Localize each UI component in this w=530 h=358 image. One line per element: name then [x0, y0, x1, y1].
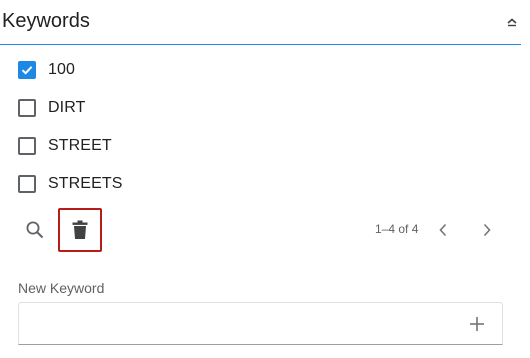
collapse-button[interactable] [502, 10, 522, 34]
trash-icon [72, 220, 88, 239]
delete-button[interactable] [58, 208, 102, 252]
keyword-checkbox[interactable] [18, 61, 36, 79]
chevron-up-icon [507, 18, 517, 27]
chevron-left-icon [439, 223, 447, 237]
next-page-button[interactable] [465, 208, 509, 252]
new-keyword-field [18, 302, 503, 345]
check-icon [21, 66, 33, 75]
section-header: Keywords [0, 0, 521, 45]
previous-page-button[interactable] [421, 208, 465, 252]
section-title: Keywords [2, 10, 90, 32]
add-keyword-button[interactable] [462, 309, 492, 339]
keyword-toolbar: 1–4 of 4 [0, 208, 521, 252]
chevron-right-icon [483, 223, 491, 237]
keyword-checkbox[interactable] [18, 175, 36, 193]
new-keyword-input[interactable] [19, 303, 449, 344]
keyword-item[interactable]: STREETS [16, 169, 123, 199]
keyword-item[interactable]: 100 [16, 55, 75, 85]
keyword-label: STREET [48, 137, 112, 154]
keyword-checkbox[interactable] [18, 137, 36, 155]
keyword-label: 100 [48, 61, 75, 78]
keywords-panel: Keywords 100 DIRT STREET STREETS 1–4 of … [0, 0, 530, 358]
keyword-label: DIRT [48, 99, 86, 116]
keyword-item[interactable]: STREET [16, 131, 112, 161]
new-keyword-label: New Keyword [18, 280, 105, 296]
search-icon [26, 221, 44, 239]
plus-icon [470, 317, 484, 331]
keyword-checkbox[interactable] [18, 99, 36, 117]
keyword-item[interactable]: DIRT [16, 93, 85, 123]
keyword-label: STREETS [48, 175, 123, 192]
pagination-text: 1–4 of 4 [375, 222, 419, 236]
search-button[interactable] [13, 208, 57, 252]
